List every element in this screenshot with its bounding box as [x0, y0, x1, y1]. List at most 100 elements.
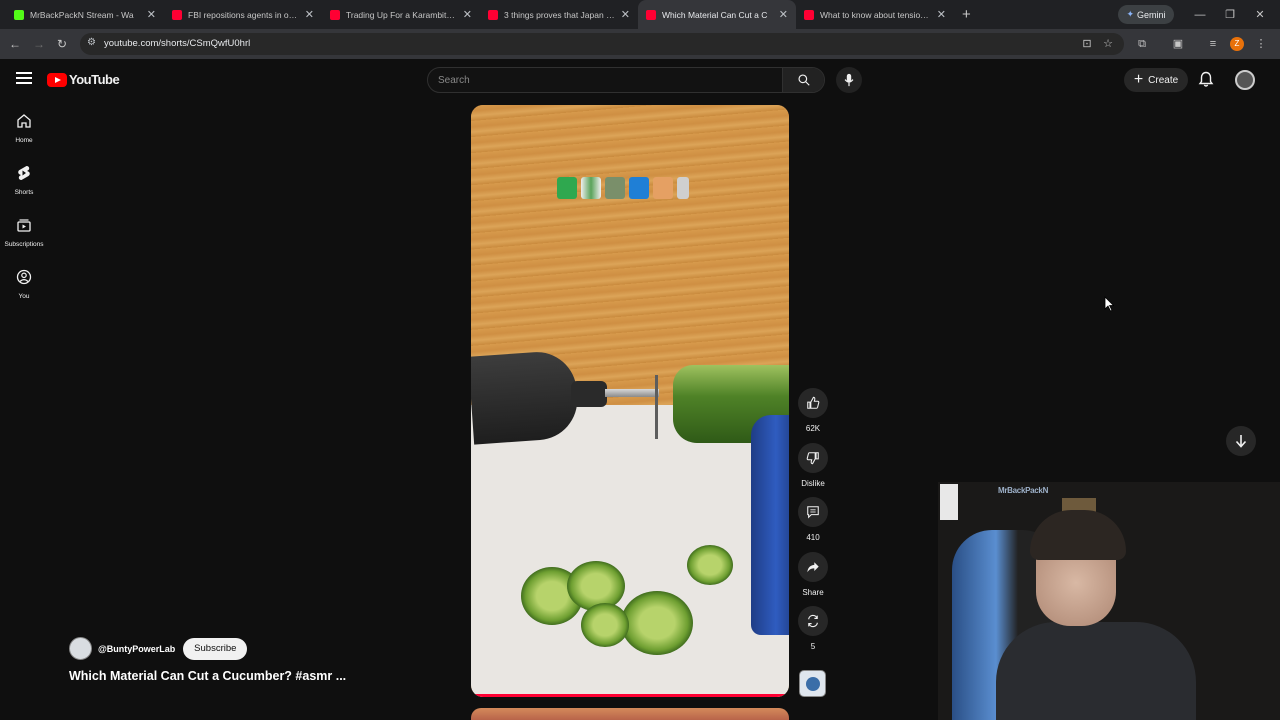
tab-close-icon[interactable]: ✕ [779, 8, 788, 21]
dislike-button[interactable]: Dislike [797, 443, 829, 488]
browser-tab[interactable]: Which Material Can Cut a C ✕ [638, 0, 796, 29]
tab-title: What to know about tensions b [820, 9, 931, 20]
video-tool-collar [571, 381, 607, 407]
sidebar-item-label: Shorts [14, 189, 34, 196]
browser-tab[interactable]: What to know about tensions b ✕ [796, 0, 954, 29]
voice-search-button[interactable] [836, 67, 862, 93]
media-controls-icon[interactable]: ≡ [1206, 37, 1220, 51]
sidebar-item-subscriptions[interactable]: Subscriptions [0, 209, 48, 261]
video-tool-shaft [605, 389, 659, 397]
search-input[interactable] [428, 68, 783, 92]
next-video-button[interactable] [1226, 426, 1256, 456]
youtube-wordmark: YouTube [69, 72, 120, 87]
omnibox[interactable]: ⚙ youtube.com/shorts/CSmQwfU0hrl [80, 33, 1124, 55]
tab-close-icon[interactable]: ✕ [937, 8, 946, 21]
notifications-button[interactable] [1198, 71, 1214, 93]
guide-menu-button[interactable] [16, 72, 32, 86]
youtube-header: YouTube + Create [0, 59, 1280, 101]
sidebar-item-shorts[interactable]: Shorts [0, 157, 48, 209]
new-tab-button[interactable]: + [962, 6, 971, 23]
extensions-icon[interactable]: ⧉ [1135, 37, 1149, 51]
back-button[interactable]: ← [7, 36, 23, 52]
close-window-button[interactable]: ✕ [1245, 0, 1275, 29]
sidebar-item-home[interactable]: Home [0, 105, 48, 157]
webcam-person-body [996, 622, 1196, 720]
tab-title: MrBackPackN Stream - Wa [30, 9, 134, 20]
create-button[interactable]: + Create [1124, 68, 1188, 92]
sidebar-item-label: You [18, 293, 30, 300]
channel-avatar[interactable] [69, 637, 92, 660]
bookmark-star-icon[interactable]: ☆ [1101, 37, 1115, 51]
tab-title: 3 things proves that Japan is li [504, 9, 615, 20]
video-progress-bar[interactable] [471, 694, 789, 697]
restore-button[interactable]: ❐ [1215, 0, 1245, 29]
remix-icon [798, 606, 828, 636]
video-cucumber-slice [621, 591, 693, 655]
remix-count: 5 [810, 642, 816, 651]
tab-close-icon[interactable]: ✕ [621, 8, 630, 21]
minimize-button[interactable]: — [1185, 0, 1215, 29]
video-cucumber-slice [687, 545, 733, 585]
bell-icon [1198, 71, 1214, 87]
browser-tab[interactable]: MrBackPackN Stream - Wa ✕ [6, 0, 164, 29]
chrome-menu-icon[interactable]: ⋮ [1254, 37, 1268, 51]
you-icon [16, 269, 32, 290]
home-icon [16, 113, 32, 134]
sound-thumbnail[interactable] [799, 670, 826, 697]
profile-avatar[interactable]: Z [1230, 37, 1244, 51]
browser-tab[interactable]: FBI repositions agents in ongoi ✕ [164, 0, 322, 29]
youtube-play-icon [47, 72, 67, 87]
gemini-button[interactable]: ✦ Gemini [1118, 5, 1174, 24]
next-short-preview[interactable] [471, 708, 789, 720]
like-button[interactable]: 62K [797, 388, 829, 433]
tab-favicon-icon [14, 9, 24, 20]
reload-button[interactable]: ↻ [54, 36, 70, 52]
search-box [427, 67, 825, 93]
comments-button[interactable]: 410 [797, 497, 829, 542]
plus-icon: + [1133, 71, 1144, 88]
webcam-poster [940, 484, 958, 520]
search-button[interactable] [782, 68, 824, 92]
browser-tab[interactable]: 3 things proves that Japan is li ✕ [480, 0, 638, 29]
tab-title: Trading Up For a Karambit #38 [346, 9, 457, 20]
tab-favicon-icon [330, 9, 340, 20]
remix-button[interactable]: 5 [797, 606, 829, 651]
tab-close-icon[interactable]: ✕ [305, 8, 314, 21]
share-icon [798, 552, 828, 582]
forward-button[interactable]: → [31, 36, 47, 52]
shorts-video-player[interactable] [471, 105, 789, 697]
address-toolbar: ← → ↻ ⚙ youtube.com/shorts/CSmQwfU0hrl ⊡… [0, 29, 1280, 59]
arrow-down-icon [1235, 435, 1247, 448]
install-app-icon[interactable]: ⊡ [1080, 37, 1094, 51]
tab-close-icon[interactable]: ✕ [463, 8, 472, 21]
tab-close-icon[interactable]: ✕ [147, 8, 156, 21]
video-blue-vise [751, 415, 789, 635]
browser-tab[interactable]: Trading Up For a Karambit #38 ✕ [322, 0, 480, 29]
video-cutting-disc [655, 375, 658, 439]
tab-title: FBI repositions agents in ongoi [188, 9, 299, 20]
tab-title: Which Material Can Cut a C [662, 9, 768, 20]
like-count: 62K [805, 424, 821, 433]
thumbs-up-icon [798, 388, 828, 418]
dislike-label: Dislike [801, 479, 825, 488]
url-text: youtube.com/shorts/CSmQwfU0hrl [104, 38, 251, 49]
subscribe-button[interactable]: Subscribe [183, 637, 248, 660]
site-info-icon[interactable]: ⚙ [87, 37, 96, 48]
mini-guide: Home Shorts Subscriptions You [0, 105, 48, 313]
share-button[interactable]: Share [797, 552, 829, 597]
tab-favicon-icon [804, 9, 814, 20]
sidebar-item-you[interactable]: You [0, 261, 48, 313]
short-title[interactable]: Which Material Can Cut a Cucumber? #asmr… [69, 669, 346, 683]
channel-info: @BuntyPowerLab Subscribe [69, 637, 248, 660]
channel-name[interactable]: @BuntyPowerLab [98, 644, 175, 654]
account-avatar[interactable] [1235, 70, 1255, 90]
comment-icon [798, 497, 828, 527]
video-emoji-overlay [557, 177, 689, 199]
share-label: Share [802, 588, 824, 597]
youtube-logo[interactable]: YouTube [47, 72, 120, 87]
video-cucumber-slice [581, 603, 629, 647]
side-panel-icon[interactable]: ▣ [1171, 37, 1185, 51]
create-label: Create [1148, 74, 1179, 86]
tab-favicon-icon [488, 9, 498, 20]
search-icon [797, 74, 810, 86]
